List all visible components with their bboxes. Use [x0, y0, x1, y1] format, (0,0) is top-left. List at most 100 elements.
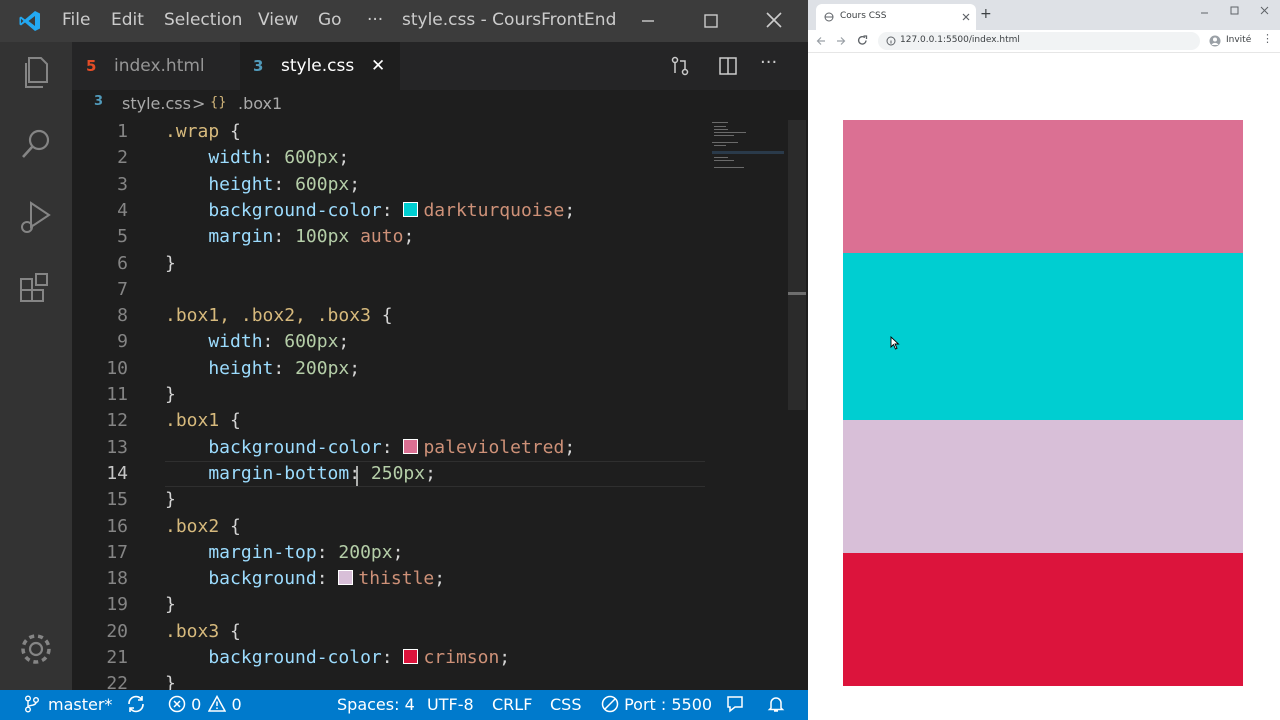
live-server-port: Port : 5500 [624, 695, 713, 714]
forward-icon[interactable] [836, 36, 846, 46]
menu-go[interactable]: Go [318, 10, 342, 30]
run-debug-button[interactable] [16, 197, 56, 237]
menu-selection[interactable]: Selection [164, 10, 242, 30]
color-swatch[interactable] [403, 438, 419, 454]
breadcrumb-file[interactable]: style.css [122, 94, 191, 113]
language-mode[interactable]: CSS [550, 695, 581, 714]
tab-label: index.html [114, 56, 205, 76]
box3 [843, 553, 1243, 686]
line-number: 7 [117, 278, 128, 300]
wrap-background [843, 253, 1243, 420]
close-icon[interactable] [1260, 6, 1269, 15]
code-token: background [165, 568, 317, 590]
color-swatch[interactable] [338, 570, 354, 586]
menu-view[interactable]: View [258, 10, 298, 30]
branch-icon [24, 695, 40, 717]
split-editor-button[interactable] [718, 56, 738, 80]
code-line: .box3 { [165, 621, 241, 642]
tab-style-css[interactable]: 3 style.css ✕ [240, 42, 400, 90]
tab-index-html[interactable]: 5 index.html [72, 42, 240, 90]
code-line: margin: 100px auto; [165, 226, 414, 247]
code-token: ; [338, 331, 350, 353]
git-branch[interactable]: master* [48, 695, 112, 714]
source-control-icon [671, 56, 689, 76]
close-window-button[interactable] [754, 6, 794, 36]
live-server-button[interactable]: Port : 5500 [601, 695, 712, 714]
back-icon[interactable] [816, 36, 826, 46]
explorer-button[interactable] [16, 52, 56, 92]
code-editor[interactable]: 1 2 3 4 5 6 7 8 9 10 11 12 13 14 15 16 17 18 19 20 21 22 .wra… [72, 120, 808, 690]
maximize-icon[interactable] [1230, 6, 1239, 15]
color-swatch[interactable] [403, 201, 419, 217]
error-count: 0 [191, 695, 202, 714]
notifications-button[interactable] [767, 695, 785, 717]
code-token: 200px [295, 357, 350, 379]
code-line: .box1 { [165, 410, 241, 431]
more-actions-button[interactable]: ··· [760, 52, 777, 73]
live-server-icon [601, 695, 619, 713]
tab-close-button[interactable]: ✕ [371, 42, 385, 90]
html5-icon: 5 [86, 57, 97, 75]
code-line: height: 200px; [165, 358, 360, 379]
breadcrumb-separator: > [192, 94, 206, 113]
minimize-icon[interactable] [1200, 8, 1209, 17]
activity-bar [0, 42, 72, 690]
mouse-cursor-icon [890, 336, 900, 350]
code-token: crimson [423, 647, 500, 668]
code-token: : [381, 436, 404, 458]
profile-label[interactable]: Invité [1226, 35, 1251, 45]
compare-changes-button[interactable] [670, 56, 690, 80]
info-icon[interactable] [886, 36, 896, 46]
extensions-button[interactable] [16, 270, 56, 310]
code-token: margin [165, 226, 274, 248]
files-icon [25, 57, 48, 88]
profile-icon[interactable] [1209, 35, 1221, 47]
manage-button[interactable] [16, 629, 56, 669]
code-line: background-color: crimson; [165, 647, 510, 668]
code-token: ; [338, 147, 350, 169]
line-number: 18 [106, 568, 128, 590]
line-ending[interactable]: CRLF [492, 695, 532, 714]
line-number: 19 [106, 594, 128, 616]
sync-button[interactable] [126, 695, 146, 717]
code-token: { [219, 410, 241, 432]
breadcrumb-symbol[interactable]: .box1 [238, 94, 282, 113]
browser-tab-title: Cours CSS [840, 11, 887, 21]
browser-menu-button[interactable]: ⋮ [1262, 32, 1273, 45]
minimap[interactable] [710, 120, 788, 180]
maximize-icon [704, 14, 718, 28]
feedback-button[interactable] [726, 695, 744, 717]
menu-more[interactable]: ··· [367, 10, 383, 30]
color-swatch[interactable] [403, 649, 419, 664]
code-token: { [370, 305, 393, 327]
code-token: width [165, 331, 263, 353]
encoding[interactable]: UTF-8 [427, 695, 474, 714]
code-token: .box1, .box2, .box3 [165, 305, 371, 327]
vscode-logo-icon [19, 11, 40, 31]
window-title: style.css - CoursFrontEnd - ... [402, 10, 622, 30]
address-bar[interactable]: 127.0.0.1:5500/index.html [878, 32, 1200, 50]
code-line: } [165, 594, 176, 615]
menu-file[interactable]: File [62, 10, 90, 30]
browser-tab-strip: Cours CSS + [808, 0, 1280, 30]
gear-icon [21, 634, 51, 664]
tab-close-icon[interactable] [962, 13, 970, 21]
new-tab-button[interactable]: + [980, 6, 992, 22]
code-line: } [165, 253, 176, 274]
vertical-scrollbar[interactable] [788, 120, 806, 410]
maximize-button[interactable] [691, 6, 731, 36]
browser-tab[interactable]: Cours CSS [816, 4, 976, 30]
line-number: 16 [106, 515, 128, 537]
problems-button[interactable]: 0 0 [168, 694, 242, 714]
indentation[interactable]: Spaces: 4 [337, 695, 415, 714]
code-line: margin-bottom: 250px; [165, 463, 436, 484]
search-button[interactable] [16, 124, 56, 164]
menu-edit[interactable]: Edit [111, 10, 144, 30]
reload-icon[interactable] [857, 35, 868, 46]
minimize-button[interactable] [628, 6, 668, 36]
line-number: 20 [106, 620, 128, 642]
line-number: 21 [106, 647, 128, 668]
code-token: } [165, 384, 176, 405]
line-number: 8 [117, 305, 128, 327]
warning-icon [208, 694, 227, 712]
